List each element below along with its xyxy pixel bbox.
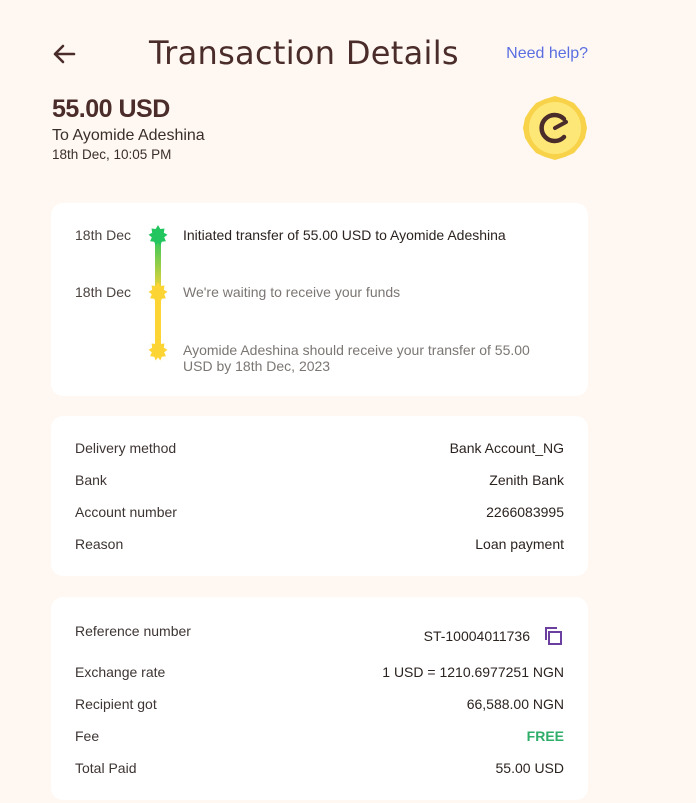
- timeline-date: 18th Dec: [75, 227, 132, 243]
- detail-row: Delivery method Bank Account_NG: [75, 440, 564, 456]
- detail-value: Loan payment: [475, 536, 564, 552]
- detail-value: Zenith Bank: [489, 472, 564, 488]
- reference-value-group: ST-10004011736: [424, 625, 564, 647]
- copy-icon[interactable]: [542, 625, 564, 647]
- detail-label: Reason: [75, 536, 124, 552]
- total-paid-value: 55.00 USD: [495, 760, 564, 776]
- timeline-step-text: Initiated transfer of 55.00 USD to Ayomi…: [183, 227, 506, 243]
- detail-row: Fee FREE: [75, 728, 564, 744]
- page-title: Transaction Details: [149, 34, 459, 72]
- recipient-got-value: 66,588.00 NGN: [466, 696, 564, 712]
- need-help-link[interactable]: Need help?: [506, 45, 588, 63]
- transfer-datetime: 18th Dec, 10:05 PM: [52, 147, 172, 162]
- timeline-step-text: We're waiting to receive your funds: [183, 284, 401, 300]
- detail-label: Recipient got: [75, 696, 157, 712]
- fee-value: FREE: [526, 728, 564, 744]
- transaction-details-page: Transaction Details Need help? 55.00 USD…: [0, 0, 696, 803]
- timeline-track: [148, 225, 168, 361]
- detail-row: Bank Zenith Bank: [75, 472, 564, 488]
- detail-label: Fee: [75, 728, 100, 744]
- detail-row: Recipient got 66,588.00 NGN: [75, 696, 564, 712]
- timeline-date: 18th Dec: [75, 284, 132, 300]
- detail-label: Account number: [75, 504, 177, 520]
- transfer-amount: 55.00 USD: [52, 95, 170, 123]
- detail-label: Exchange rate: [75, 664, 166, 680]
- reference-number-value: ST-10004011736: [423, 628, 530, 644]
- detail-row: Account number 2266083995: [75, 504, 564, 520]
- timeline-step-text: Ayomide Adeshina should receive your tra…: [183, 342, 530, 374]
- detail-label: Bank: [75, 472, 107, 488]
- detail-row: Reason Loan payment: [75, 536, 564, 552]
- status-timeline-card: 18th Dec Initiated transfer of 55.00 USD…: [51, 203, 588, 396]
- coin-logo-icon: [522, 95, 588, 161]
- payment-details-card: Reference number ST-10004011736 Exchange…: [51, 597, 588, 800]
- detail-row: Exchange rate 1 USD = 1210.6977251 NGN: [75, 664, 564, 680]
- exchange-rate-value: 1 USD = 1210.6977251 NGN: [382, 664, 564, 680]
- delivery-details-card: Delivery method Bank Account_NG Bank Zen…: [51, 416, 588, 576]
- detail-label: Reference number: [75, 623, 191, 639]
- detail-label: Delivery method: [75, 440, 177, 456]
- step-pending-badge-icon: [148, 340, 168, 361]
- detail-label: Total Paid: [75, 760, 137, 776]
- detail-value: Bank Account_NG: [449, 440, 564, 456]
- back-arrow-icon[interactable]: [50, 40, 78, 68]
- detail-row: Reference number ST-10004011736: [75, 619, 564, 647]
- detail-value: 2266083995: [486, 504, 564, 520]
- recipient-name: To Ayomide Adeshina: [52, 127, 205, 144]
- detail-row: Total Paid 55.00 USD: [75, 760, 564, 776]
